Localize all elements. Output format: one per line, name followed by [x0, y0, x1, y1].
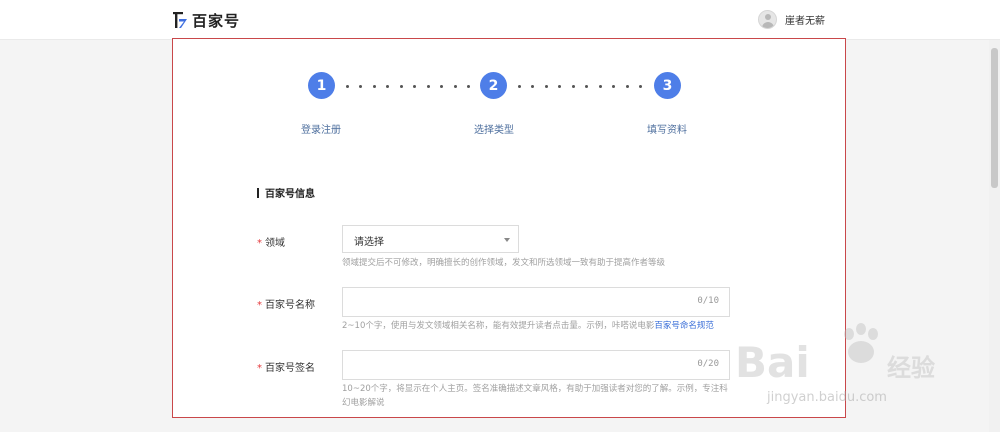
section-title-text: 百家号信息: [265, 189, 315, 200]
step-connector-2: [518, 84, 642, 88]
domain-select-value: 请选择: [354, 237, 384, 248]
name-input-wrapper: 0/10: [342, 287, 730, 317]
step-1-label: 登录注册: [301, 125, 341, 136]
name-label-text: 百家号名称: [265, 300, 315, 311]
signature-char-counter: 0/20: [697, 359, 719, 369]
signature-input[interactable]: [343, 351, 729, 379]
chevron-down-icon: [504, 238, 510, 242]
domain-hint: 领域提交后不可修改，明确擅长的创作领域，发文和所选领域一致有助于提高作者等级: [342, 258, 666, 268]
step-3-circle: 3: [654, 72, 681, 99]
name-hint: 2~10个字，使用与发文领域相关名称，能有效提升读者点击量。示例，咔嗒说电影百家…: [342, 319, 742, 333]
required-mark: *: [257, 238, 262, 249]
domain-label: * 领域: [257, 234, 285, 249]
user-menu[interactable]: 崖者无薪: [758, 10, 825, 29]
step-2-circle: 2: [480, 72, 507, 99]
top-bar: 百家号 崖者无薪: [0, 0, 1000, 40]
user-name[interactable]: 崖者无薪: [785, 12, 825, 27]
domain-select[interactable]: 请选择: [342, 225, 519, 253]
required-mark: *: [257, 363, 262, 374]
step-1-circle: 1: [308, 72, 335, 99]
naming-rules-link[interactable]: 百家号命名规范: [654, 321, 714, 331]
watermark-brand-tail: 经验: [887, 354, 935, 382]
user-avatar-icon[interactable]: [758, 10, 777, 29]
scrollbar-thumb[interactable]: [991, 48, 998, 188]
signature-label-text: 百家号签名: [265, 363, 315, 374]
required-mark: *: [257, 300, 262, 311]
baijiahao-logo-icon: [173, 12, 187, 28]
signature-label: * 百家号签名: [257, 359, 315, 374]
registration-panel: 1 2 3 登录注册 选择类型 填写资料 百家号信息 * 领域 请选择 领域提交后…: [172, 38, 846, 418]
signature-hint: 10~20个字，将显示在个人主页。签名准确描述文章风格，有助于加强读者对您的了解…: [342, 384, 728, 408]
name-label: * 百家号名称: [257, 296, 315, 311]
section-title: 百家号信息: [257, 185, 315, 200]
step-3-label: 填写资料: [647, 125, 687, 136]
step-connector-1: [346, 84, 470, 88]
signature-input-wrapper: 0/20: [342, 350, 730, 380]
logo-text: 百家号: [192, 11, 241, 30]
baijiahao-logo[interactable]: 百家号: [172, 9, 240, 31]
name-char-counter: 0/10: [697, 296, 719, 306]
name-input[interactable]: [343, 288, 729, 316]
page-scrollbar[interactable]: [989, 40, 1000, 432]
step-2-label: 选择类型: [474, 125, 514, 136]
section-marker: [257, 187, 259, 198]
domain-label-text: 领域: [265, 238, 285, 249]
name-hint-text: 2~10个字，使用与发文领域相关名称，能有效提升读者点击量。示例，咔嗒说电影: [342, 321, 655, 331]
